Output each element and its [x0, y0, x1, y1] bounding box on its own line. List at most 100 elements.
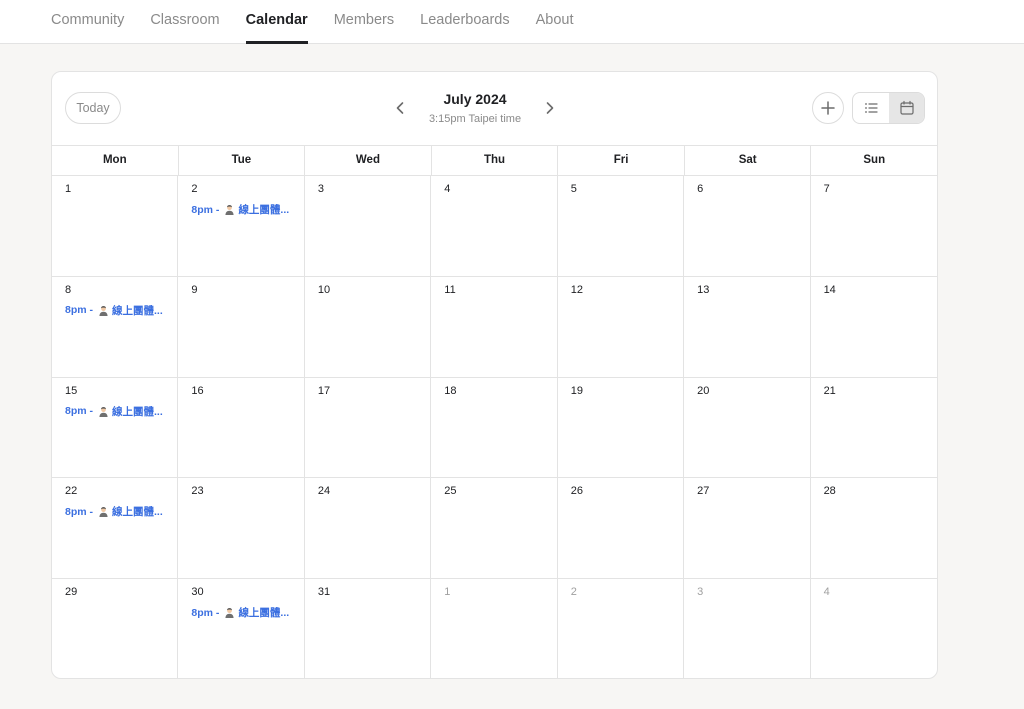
day-number: 17: [317, 384, 331, 397]
day-number: 8: [65, 283, 72, 296]
day-number: 2: [570, 586, 577, 599]
event-title: 線上團體...: [238, 607, 290, 620]
timezone-text: 3:15pm Taipei time: [428, 113, 522, 125]
weekday-wed: Wed: [305, 146, 432, 175]
weekday-thu: Thu: [432, 146, 559, 175]
day-cell[interactable]: 6: [684, 176, 811, 277]
day-number: 21: [823, 384, 836, 397]
day-cell[interactable]: 12: [557, 276, 685, 378]
day-number: 20: [697, 384, 710, 397]
day-cell[interactable]: 18: [431, 377, 558, 479]
day-cell[interactable]: 27: [684, 478, 811, 580]
day-cell[interactable]: 24: [304, 478, 432, 580]
day-cell[interactable]: 13: [684, 276, 811, 378]
weekday-tue: Tue: [179, 146, 306, 175]
day-cell[interactable]: 26: [557, 478, 685, 580]
add-event-button[interactable]: [812, 92, 844, 124]
event-time: 8pm -: [65, 505, 94, 518]
day-cell[interactable]: 4: [431, 176, 558, 277]
day-cell[interactable]: 20: [684, 377, 811, 479]
day-cell[interactable]: 7: [810, 176, 937, 277]
day-number: 4: [823, 586, 830, 599]
person-emoji-icon: [225, 608, 235, 619]
day-number: 31: [317, 586, 331, 599]
day-number: 7: [823, 183, 830, 195]
chevron-right-icon: [546, 102, 554, 114]
day-number: 10: [317, 283, 331, 296]
day-cell[interactable]: 9: [178, 276, 305, 378]
month-title: July 2024: [443, 91, 507, 107]
plus-icon: [821, 101, 835, 115]
day-cell[interactable]: 2: [558, 579, 685, 678]
day-cell[interactable]: 8 8pm - 線上團體...: [52, 276, 179, 378]
event-title: 線上團體...: [112, 304, 163, 317]
day-cell[interactable]: 19: [557, 377, 685, 479]
chevron-left-icon: [396, 102, 404, 114]
day-cell[interactable]: 23: [178, 478, 305, 580]
day-cell[interactable]: 5: [557, 176, 685, 277]
day-cell[interactable]: 4: [811, 579, 937, 678]
day-number: 28: [823, 485, 836, 498]
weekday-header-row: Mon Tue Wed Thu Fri Sat Sun: [52, 145, 937, 176]
calendar-event[interactable]: 8pm - 線上團體...: [65, 504, 164, 519]
day-number: 19: [570, 384, 583, 397]
day-number: 5: [570, 183, 577, 195]
day-cell[interactable]: 22 8pm - 線上團體...: [52, 478, 179, 580]
day-number: 3: [317, 183, 324, 195]
day-number: 22: [65, 485, 78, 498]
day-number: 14: [823, 283, 836, 296]
tab-about[interactable]: About: [536, 0, 574, 44]
tab-members[interactable]: Members: [334, 0, 394, 44]
day-number: 27: [697, 485, 710, 498]
day-cell[interactable]: 30 8pm - 線上團體...: [178, 579, 305, 678]
day-cell[interactable]: 1: [431, 579, 558, 678]
tab-classroom[interactable]: Classroom: [150, 0, 219, 44]
event-time: 8pm -: [65, 405, 94, 418]
person-emoji-icon: [225, 205, 235, 215]
day-number: 15: [65, 384, 78, 397]
prev-month-button[interactable]: [390, 98, 410, 118]
event-time: 8pm -: [65, 304, 94, 317]
tab-leaderboards[interactable]: Leaderboards: [420, 0, 510, 44]
tab-calendar[interactable]: Calendar: [245, 0, 308, 44]
day-cell[interactable]: 17: [304, 377, 432, 479]
calendar-event[interactable]: 8pm - 線上團體...: [65, 404, 164, 419]
today-button[interactable]: Today: [65, 92, 121, 124]
day-number: 6: [697, 183, 704, 195]
day-cell[interactable]: 21: [810, 378, 937, 479]
day-cell[interactable]: 11: [431, 276, 558, 378]
next-month-button[interactable]: [540, 98, 560, 118]
event-title: 線上團體...: [112, 405, 163, 418]
day-number: 25: [444, 485, 457, 498]
day-cell[interactable]: 31: [305, 579, 432, 678]
day-cell[interactable]: 25: [431, 478, 558, 580]
calendar-card: Today July 2024 3:15pm Taipei time Mon T…: [51, 71, 938, 679]
day-cell[interactable]: 29: [52, 579, 179, 678]
calendar-event[interactable]: 8pm - 線上團體...: [65, 303, 164, 318]
day-number: 11: [444, 283, 456, 296]
day-number: 1: [444, 586, 451, 599]
day-number: 30: [191, 586, 204, 599]
day-cell[interactable]: 28: [810, 478, 937, 580]
calendar-event[interactable]: 8pm - 線上團體...: [191, 202, 290, 217]
day-cell[interactable]: 3: [684, 579, 811, 678]
day-cell[interactable]: 14: [810, 277, 937, 378]
day-cell[interactable]: 3: [304, 176, 432, 277]
weekday-sun: Sun: [863, 154, 886, 166]
calendar-view-button[interactable]: [888, 93, 924, 123]
day-cell[interactable]: 2 8pm - 線上團體...: [178, 176, 305, 277]
tab-community[interactable]: Community: [51, 0, 124, 44]
weekday-sat: Sat: [685, 146, 812, 175]
day-cell[interactable]: 16: [178, 377, 305, 479]
calendar-event[interactable]: 8pm - 線上團體...: [191, 605, 290, 620]
day-number: 2: [191, 183, 198, 195]
weekday-fri: Fri: [558, 146, 685, 175]
list-view-button[interactable]: [853, 93, 889, 123]
day-number: 12: [570, 283, 583, 296]
day-cell[interactable]: 10: [304, 276, 432, 378]
day-cell[interactable]: 15 8pm - 線上團體...: [52, 377, 179, 479]
day-cell[interactable]: 1: [52, 176, 179, 277]
top-navigation: Community Classroom Calendar Members Leaderb…: [0, 0, 1024, 44]
person-emoji-icon: [99, 507, 108, 518]
day-number: 18: [444, 384, 457, 397]
